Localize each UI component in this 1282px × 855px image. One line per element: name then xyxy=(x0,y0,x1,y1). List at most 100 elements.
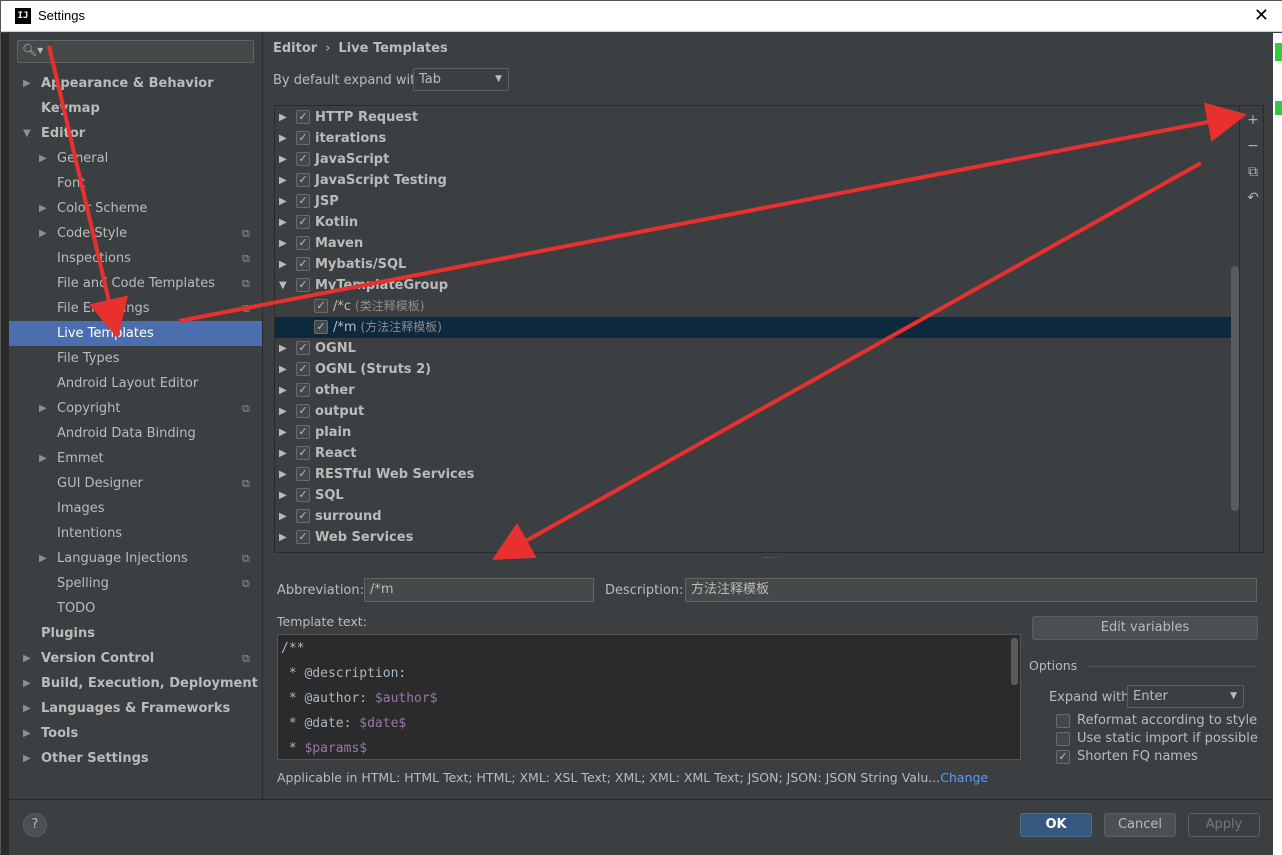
splitter-handle[interactable]: ⋯⋯ xyxy=(763,553,779,562)
group-checkbox[interactable]: ✓ xyxy=(296,257,310,271)
copy-icon[interactable]: ⧉ xyxy=(1245,164,1261,180)
sidebar-item[interactable]: File and Code Templates ⧉ xyxy=(9,271,262,296)
chevron-right-icon[interactable]: ▶ xyxy=(39,146,47,171)
group-checkbox[interactable]: ✓ xyxy=(296,467,310,481)
chevron-right-icon[interactable]: ▶ xyxy=(279,338,287,359)
sidebar-item[interactable]: Images xyxy=(9,496,262,521)
chevron-right-icon[interactable]: ▶ xyxy=(23,646,31,671)
shorten-fq-checkbox[interactable]: ✓ xyxy=(1056,750,1070,764)
template-group-row[interactable]: ▶ ✓ Maven xyxy=(275,233,1239,254)
sidebar-item[interactable]: Intentions xyxy=(9,521,262,546)
group-checkbox[interactable]: ✓ xyxy=(296,446,310,460)
template-group-row[interactable]: ▶ ✓ OGNL (Struts 2) xyxy=(275,359,1239,380)
settings-search-input[interactable]: 🔍︎▾ xyxy=(17,40,254,63)
template-group-row[interactable]: ▶ ✓ other xyxy=(275,380,1239,401)
chevron-down-icon[interactable]: ▼ xyxy=(23,121,31,146)
template-group-row[interactable]: ▶ ✓ HTTP Request xyxy=(275,107,1239,128)
sidebar-item[interactable]: TODO xyxy=(9,596,262,621)
chevron-right-icon[interactable]: ▶ xyxy=(279,170,287,191)
sidebar-item[interactable]: ▶ Color Scheme xyxy=(9,196,262,221)
group-checkbox[interactable]: ✓ xyxy=(296,152,310,166)
sidebar-item[interactable]: File Encodings ⧉ xyxy=(9,296,262,321)
chevron-right-icon[interactable]: ▶ xyxy=(39,221,47,246)
group-checkbox[interactable]: ✓ xyxy=(296,383,310,397)
sidebar-item[interactable]: ▶ Languages & Frameworks xyxy=(9,696,262,721)
sidebar-item[interactable]: Android Layout Editor xyxy=(9,371,262,396)
remove-icon[interactable]: − xyxy=(1245,138,1261,154)
reformat-checkbox[interactable] xyxy=(1056,714,1070,728)
static-import-checkbox[interactable] xyxy=(1056,732,1070,746)
template-group-row[interactable]: ▶ ✓ surround xyxy=(275,506,1239,527)
sidebar-item[interactable]: ▶ Copyright ⧉ xyxy=(9,396,262,421)
sidebar-item[interactable]: Font xyxy=(9,171,262,196)
sidebar-item[interactable]: File Types xyxy=(9,346,262,371)
template-group-row[interactable]: ▶ ✓ SQL xyxy=(275,485,1239,506)
revert-icon[interactable]: ↶ xyxy=(1245,190,1261,206)
sidebar-item[interactable]: Inspections ⧉ xyxy=(9,246,262,271)
chevron-right-icon[interactable]: ▶ xyxy=(279,443,287,464)
template-group-row[interactable]: ▶ ✓ iterations xyxy=(275,128,1239,149)
chevron-right-icon[interactable]: ▶ xyxy=(279,422,287,443)
chevron-right-icon[interactable]: ▶ xyxy=(279,506,287,527)
apply-button[interactable]: Apply xyxy=(1188,813,1260,837)
sidebar-item[interactable]: Android Data Binding xyxy=(9,421,262,446)
chevron-right-icon[interactable]: ▶ xyxy=(39,196,47,221)
expand-with-select[interactable]: Enter ▼ xyxy=(1127,685,1244,708)
ok-button[interactable]: OK xyxy=(1020,813,1092,837)
chevron-right-icon[interactable]: ▶ xyxy=(279,485,287,506)
sidebar-item[interactable]: ▶ Language Injections ⧉ xyxy=(9,546,262,571)
chevron-right-icon[interactable]: ▶ xyxy=(23,71,31,96)
template-group-row[interactable]: ▶ ✓ React xyxy=(275,443,1239,464)
chevron-right-icon[interactable]: ▶ xyxy=(39,446,47,471)
template-row[interactable]: ✓ /*c (类注释模板) xyxy=(275,296,1239,317)
group-checkbox[interactable]: ✓ xyxy=(296,236,310,250)
template-group-row[interactable]: ▶ ✓ Web Services xyxy=(275,527,1239,548)
chevron-right-icon[interactable]: ▶ xyxy=(279,128,287,149)
template-group-row[interactable]: ▼ ✓ MyTemplateGroup xyxy=(275,275,1239,296)
close-icon[interactable]: ✕ xyxy=(1254,5,1269,26)
group-checkbox[interactable]: ✓ xyxy=(296,173,310,187)
sidebar-item[interactable]: ▶ Code Style ⧉ xyxy=(9,221,262,246)
sidebar-item[interactable]: ▶ Tools xyxy=(9,721,262,746)
help-button[interactable]: ? xyxy=(23,813,47,837)
chevron-right-icon[interactable]: ▶ xyxy=(23,746,31,771)
chevron-right-icon[interactable]: ▶ xyxy=(279,149,287,170)
group-checkbox[interactable]: ✓ xyxy=(296,341,310,355)
sidebar-item[interactable]: GUI Designer ⧉ xyxy=(9,471,262,496)
sidebar-item[interactable]: ▼ Editor xyxy=(9,121,262,146)
group-checkbox[interactable]: ✓ xyxy=(296,488,310,502)
sidebar-item[interactable]: Spelling ⧉ xyxy=(9,571,262,596)
sidebar-item[interactable]: Keymap xyxy=(9,96,262,121)
chevron-right-icon[interactable]: ▶ xyxy=(279,212,287,233)
template-group-row[interactable]: ▶ ✓ Kotlin xyxy=(275,212,1239,233)
chevron-right-icon[interactable]: ▶ xyxy=(279,191,287,212)
template-text-editor[interactable]: /** * @description: * @author: $author$ … xyxy=(277,634,1021,760)
group-checkbox[interactable]: ✓ xyxy=(296,362,310,376)
abbreviation-input[interactable]: /*m xyxy=(364,578,594,602)
description-input[interactable]: 方法注释模板 xyxy=(685,578,1257,602)
chevron-right-icon[interactable]: ▶ xyxy=(39,396,47,421)
edit-variables-button[interactable]: Edit variables xyxy=(1032,616,1258,640)
chevron-right-icon[interactable]: ▶ xyxy=(279,254,287,275)
chevron-right-icon[interactable]: ▶ xyxy=(279,380,287,401)
sidebar-item[interactable]: ▶ Other Settings xyxy=(9,746,262,771)
chevron-right-icon[interactable]: ▶ xyxy=(279,527,287,548)
sidebar-item[interactable]: ▶ General xyxy=(9,146,262,171)
sidebar-item[interactable]: ▶ Appearance & Behavior xyxy=(9,71,262,96)
sidebar-item[interactable]: Plugins xyxy=(9,621,262,646)
group-checkbox[interactable]: ✓ xyxy=(296,425,310,439)
chevron-right-icon[interactable]: ▶ xyxy=(279,107,287,128)
template-group-row[interactable]: ▶ ✓ output xyxy=(275,401,1239,422)
sidebar-item[interactable]: ▶ Version Control ⧉ xyxy=(9,646,262,671)
sidebar-item[interactable]: Live Templates xyxy=(9,321,262,346)
sidebar-item[interactable]: ▶ Emmet xyxy=(9,446,262,471)
group-checkbox[interactable]: ✓ xyxy=(296,131,310,145)
chevron-right-icon[interactable]: ▶ xyxy=(23,696,31,721)
chevron-right-icon[interactable]: ▶ xyxy=(23,721,31,746)
template-group-row[interactable]: ▶ ✓ Mybatis/SQL xyxy=(275,254,1239,275)
template-group-row[interactable]: ▶ ✓ JavaScript xyxy=(275,149,1239,170)
chevron-right-icon[interactable]: ▶ xyxy=(279,401,287,422)
default-expand-select[interactable]: Tab ▼ xyxy=(413,68,509,91)
editor-scrollbar[interactable] xyxy=(1011,638,1018,685)
group-checkbox[interactable]: ✓ xyxy=(296,194,310,208)
